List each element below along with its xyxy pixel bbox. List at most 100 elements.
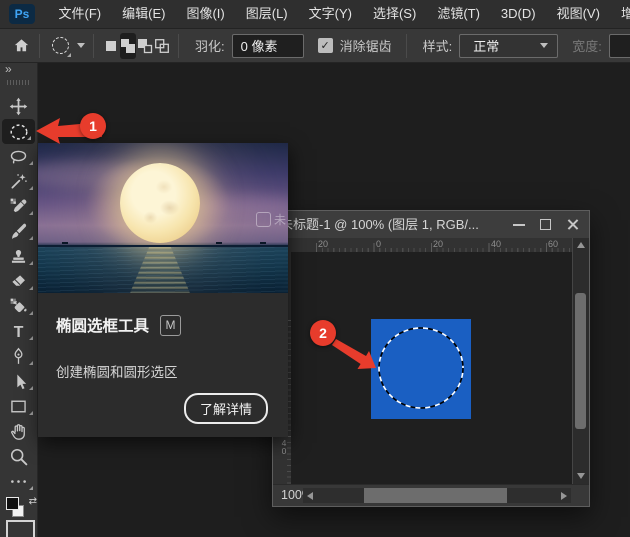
tool-options-bar: 羽化: 0 像素 ✓ 消除锯齿 样式: 正常 宽度: xyxy=(0,29,630,63)
menu-3d[interactable]: 3D(D) xyxy=(490,0,546,28)
tooltip-preview-image: 未 xyxy=(38,143,288,293)
shortcut-key-badge: M xyxy=(160,314,182,336)
toolbar-grip[interactable] xyxy=(7,80,30,85)
magic-wand-icon xyxy=(11,174,27,189)
add-to-selection-icon xyxy=(120,38,135,53)
rectangle-icon xyxy=(11,400,26,413)
zoom-tool[interactable] xyxy=(0,444,37,469)
menu-layer[interactable]: 图层(L) xyxy=(235,0,298,28)
horizontal-scrollbar-thumb[interactable] xyxy=(364,488,507,503)
style-select[interactable]: 正常 xyxy=(459,33,559,58)
canvas-area[interactable] xyxy=(291,252,573,484)
document-window: 未标题-1 @ 100% (图层 1, RGB/... 20 0 20 40 6… xyxy=(272,210,590,507)
foreground-color-swatch xyxy=(6,497,19,510)
style-label: 样式: xyxy=(422,39,453,54)
current-tool-preset[interactable] xyxy=(52,37,85,57)
menu-image[interactable]: 图像(I) xyxy=(176,0,235,28)
minimize-icon xyxy=(512,223,525,226)
learn-more-button[interactable]: 了解详情 xyxy=(183,393,268,424)
close-button[interactable] xyxy=(559,211,586,238)
menu-select[interactable]: 选择(S) xyxy=(362,0,426,28)
subtract-from-selection-icon xyxy=(137,38,152,53)
gradient-tool[interactable] xyxy=(0,294,37,319)
home-button[interactable] xyxy=(12,36,31,55)
hand-tool[interactable] xyxy=(0,419,37,444)
document-titlebar[interactable]: 未标题-1 @ 100% (图层 1, RGB/... xyxy=(273,211,589,239)
maximize-button[interactable] xyxy=(532,211,559,238)
photoshop-app: Ps 文件(F) 编辑(E) 图像(I) 图层(L) 文字(Y) 选择(S) 滤… xyxy=(0,0,630,537)
more-tools-button[interactable] xyxy=(0,469,37,494)
menu-filter[interactable]: 滤镜(T) xyxy=(427,0,491,28)
collapse-toolbar-icon[interactable]: » xyxy=(5,62,12,76)
width-input[interactable] xyxy=(608,33,630,58)
path-select-tool[interactable] xyxy=(0,369,37,394)
move-tool[interactable] xyxy=(0,94,37,119)
feather-label: 羽化: xyxy=(195,39,225,54)
minimize-button[interactable] xyxy=(505,211,532,238)
divider xyxy=(178,33,179,58)
default-colors-widget[interactable]: ⇄ xyxy=(5,496,37,517)
flyout-corner-icon xyxy=(67,53,71,57)
scroll-left-icon[interactable] xyxy=(307,492,313,500)
scroll-up-icon[interactable] xyxy=(577,242,585,248)
canvas-document[interactable] xyxy=(371,319,471,419)
eraser-icon xyxy=(12,275,25,286)
menu-view[interactable]: 视图(V) xyxy=(546,0,610,28)
clone-stamp-tool[interactable] xyxy=(0,244,37,269)
intersect-selection-icon xyxy=(154,38,169,53)
menu-bar: Ps 文件(F) 编辑(E) 图像(I) 图层(L) 文字(Y) 选择(S) 滤… xyxy=(0,0,630,29)
scroll-right-icon[interactable] xyxy=(561,492,567,500)
chevron-down-icon xyxy=(77,43,85,48)
brush-tool[interactable] xyxy=(0,219,37,244)
callout-badge-2: 2 xyxy=(310,320,336,346)
clone-stamp-icon xyxy=(11,250,26,263)
ruler-label: 20 xyxy=(433,239,444,249)
rectangle-tool[interactable] xyxy=(0,394,37,419)
menu-edit[interactable]: 编辑(E) xyxy=(112,0,176,28)
ellipse-marquee-preview-icon xyxy=(52,37,69,54)
foreground-color-picker[interactable] xyxy=(6,520,35,537)
scroll-down-icon[interactable] xyxy=(577,473,585,479)
svg-text:T: T xyxy=(14,324,24,341)
maximize-icon xyxy=(540,219,551,230)
vertical-scrollbar-thumb[interactable] xyxy=(575,293,586,429)
feather-input[interactable]: 0 像素 xyxy=(231,33,304,58)
new-selection-button[interactable] xyxy=(103,33,119,59)
ellipse-marquee-tool[interactable] xyxy=(2,119,35,144)
ship-silhouette xyxy=(216,242,222,244)
stock-watermark: 未 xyxy=(255,211,286,228)
tooltip-title-row: 椭圆选框工具 M xyxy=(56,314,288,336)
antialias-label: 消除锯齿 xyxy=(339,39,392,54)
document-status-bar: 100% xyxy=(273,484,589,506)
close-icon xyxy=(567,219,578,230)
ruler-label: 40 xyxy=(279,438,289,454)
menu-type[interactable]: 文字(Y) xyxy=(298,0,362,28)
antialias-checkbox[interactable]: ✓ xyxy=(317,38,333,53)
intersect-selection-button[interactable] xyxy=(154,33,170,59)
subtract-from-selection-button[interactable] xyxy=(137,33,153,59)
tool-list: T xyxy=(0,94,37,494)
eyedropper-tool[interactable] xyxy=(0,194,37,219)
ruler-label: 40 xyxy=(491,239,502,249)
menu-plugins[interactable]: 增效工具 xyxy=(610,0,630,28)
magic-wand-tool[interactable] xyxy=(0,169,37,194)
ellipse-marquee-icon xyxy=(9,123,28,140)
lasso-tool[interactable] xyxy=(0,144,37,169)
vertical-scrollbar[interactable] xyxy=(572,238,589,484)
horizontal-scrollbar[interactable] xyxy=(303,488,571,503)
add-to-selection-button[interactable] xyxy=(119,32,136,59)
type-tool[interactable]: T xyxy=(0,319,37,344)
tool-name-title: 椭圆选框工具 xyxy=(56,318,150,335)
marching-ants-selection xyxy=(378,327,464,409)
divider xyxy=(93,33,94,58)
lasso-icon xyxy=(10,150,27,164)
document-title: 未标题-1 @ 100% (图层 1, RGB/... xyxy=(280,217,479,232)
path-select-icon xyxy=(16,374,26,389)
moon-image xyxy=(120,163,200,243)
menu-file[interactable]: 文件(F) xyxy=(48,0,112,28)
pen-tool[interactable] xyxy=(0,344,37,369)
ellipsis-icon xyxy=(11,480,26,483)
swap-colors-icon[interactable]: ⇄ xyxy=(29,496,37,507)
watermark-icon xyxy=(255,212,271,227)
eraser-tool[interactable] xyxy=(0,269,37,294)
